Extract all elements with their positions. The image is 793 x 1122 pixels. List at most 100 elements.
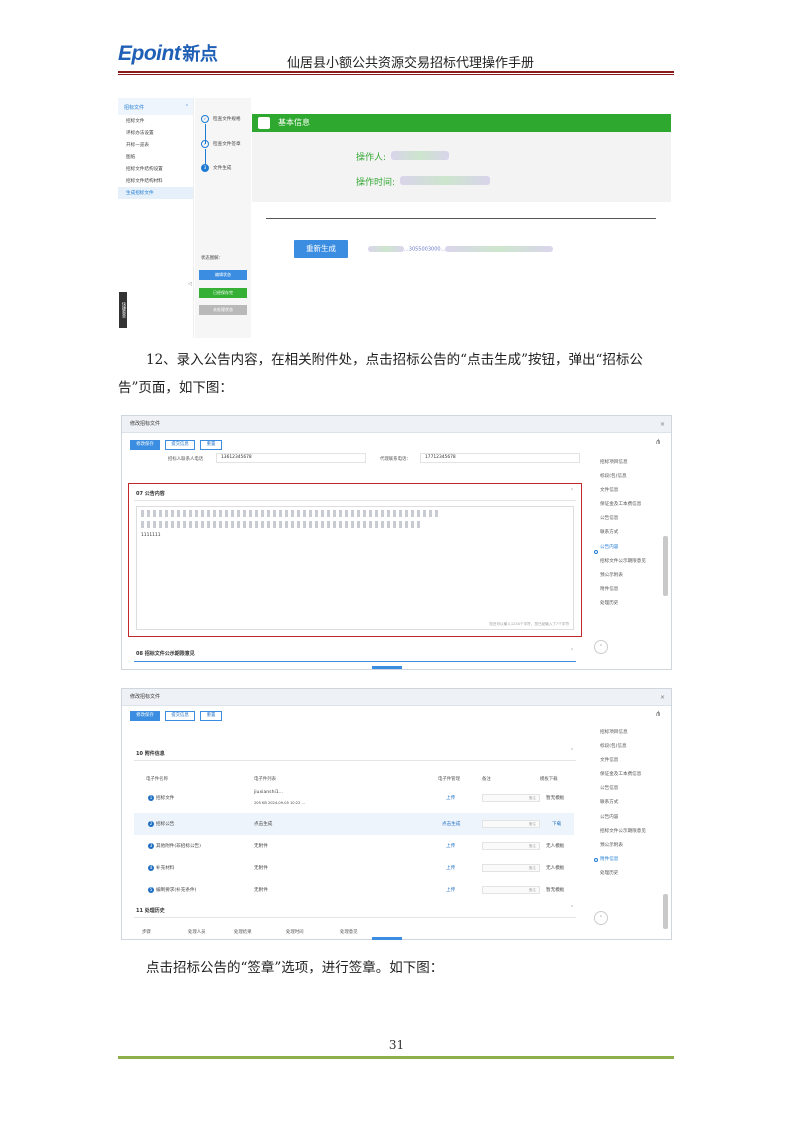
back-to-top-icon[interactable]: ⌃ (594, 640, 608, 654)
generated-file-link[interactable]: ...3055003000... (368, 246, 554, 253)
divider (134, 661, 576, 662)
nav-item[interactable]: 公告内容 (600, 814, 646, 828)
col-header: 处理意见 (340, 930, 358, 935)
sitemap-icon[interactable]: ⋔ (655, 710, 661, 718)
upload-button[interactable]: 上传 (446, 887, 455, 893)
submit-button[interactable]: 提交信息 (165, 711, 195, 721)
upload-button[interactable]: 上传 (446, 865, 455, 871)
redacted-time (400, 176, 491, 185)
chevron-up-icon[interactable]: ⌃ (570, 905, 574, 911)
close-icon[interactable]: × (660, 416, 665, 433)
screenshot-notice-content: 修改招标文件 × 修改保存 提交信息 重置 ⋔ 招标人联系人电话 13612345… (121, 415, 672, 670)
contact-phone-field[interactable]: 13612345678 (216, 453, 366, 463)
chevron-up-icon[interactable]: ⌃ (570, 748, 574, 754)
col-header: 电子件名称 (146, 777, 168, 782)
epoint-logo: Epoint 新点 (118, 42, 218, 65)
table-row: 4 补充材料 无附件 上传 备注 无人模板 (148, 864, 565, 872)
submit-button[interactable]: 提交信息 (165, 440, 195, 450)
remark-input[interactable]: 备注 (482, 886, 540, 894)
section-header: 08 招标文件公示期限意见 (136, 651, 195, 657)
upload-button[interactable]: 上传 (446, 795, 455, 801)
nav-item[interactable]: 标段(包)信息 (600, 743, 646, 757)
back-to-top-icon[interactable]: ⌃ (594, 911, 608, 925)
chevron-up-icon[interactable]: ⌃ (570, 488, 574, 494)
collapse-icon[interactable]: ◁ (188, 281, 192, 287)
nav-item[interactable]: 招标项目信息 (600, 459, 646, 473)
remark-input[interactable]: 备注 (482, 864, 540, 872)
click-generate-button[interactable]: 点击生成 (442, 821, 460, 827)
editor-toolbar[interactable] (141, 521, 421, 528)
sidebar-item-active[interactable]: 生成招标文件 (118, 187, 193, 199)
sitemap-icon[interactable]: ⋔ (655, 438, 661, 446)
rich-text-editor[interactable]: 1111111 您还可以输入1234个字符，您已经输入了7个字符 (136, 506, 574, 630)
nav-item[interactable]: 预公示附表 (600, 572, 646, 586)
sidebar-item[interactable]: 招标文件结构设置 (118, 163, 193, 175)
remark-input[interactable]: 备注 (482, 794, 540, 802)
field-label: 招标人联系人电话 (168, 457, 204, 462)
sidebar-item[interactable]: 招标文件 (118, 115, 193, 127)
editor-char-hint: 您还可以输入1234个字符，您已经输入了7个字符 (489, 622, 569, 626)
nav-item[interactable]: 联系方式 (600, 529, 646, 543)
remark-input[interactable]: 备注 (482, 842, 540, 850)
screenshot-generate-file: 招标文件 ⌃ 招标文件 评标办法设置 开标一览表 图纸 招标文件结构设置 招标文件… (118, 98, 671, 338)
status-unprocessed: 未处理状态 (199, 305, 247, 315)
paragraph-step-12-line2: 告”页面，如下图： (118, 380, 233, 396)
chevron-up-icon[interactable]: ⌃ (570, 648, 574, 654)
remark-input[interactable]: 备注 (482, 820, 540, 828)
nav-item[interactable]: 招标文件公示期限意见 (600, 828, 646, 842)
quick-menu-tab[interactable]: 快捷菜单 (119, 292, 127, 328)
nav-item[interactable]: 文件信息 (600, 487, 646, 501)
editor-toolbar[interactable] (141, 510, 441, 517)
nav-item[interactable]: 招标项目信息 (600, 729, 646, 743)
nav-item[interactable]: 附件信息 (600, 586, 646, 600)
sidebar-item[interactable]: 招标文件结构材料 (118, 175, 193, 187)
upload-button[interactable]: 上传 (446, 843, 455, 849)
nav-item-active[interactable]: 公告内容 (600, 544, 646, 558)
sidebar-item[interactable]: 开标一览表 (118, 139, 193, 151)
agent-phone-field[interactable]: 17712345678 (420, 453, 580, 463)
editor-content[interactable]: 1111111 (141, 533, 161, 538)
check-icon: ✓ (201, 140, 209, 148)
divider (134, 500, 576, 501)
reset-button[interactable]: 重置 (200, 711, 222, 721)
scrollbar[interactable] (663, 894, 668, 929)
check-icon: ✓ (201, 115, 209, 123)
save-button[interactable]: 修改保存 (130, 711, 160, 721)
nav-item[interactable]: 联系方式 (600, 799, 646, 813)
page-header-title: 仙居县小额公共资源交易招标代理操作手册 (287, 56, 535, 71)
nav-item[interactable]: 招标文件公示期限意见 (600, 558, 646, 572)
nav-item[interactable]: 公告信息 (600, 515, 646, 529)
nav-item[interactable]: 预公示附表 (600, 842, 646, 856)
sidebar-item[interactable]: 图纸 (118, 151, 193, 163)
nav-item[interactable]: 处理历史 (600, 600, 646, 614)
close-icon[interactable]: × (660, 689, 665, 706)
right-nav: 招标项目信息 标段(包)信息 文件信息 保证金及工本费信息 公告信息 联系方式 … (600, 459, 646, 614)
nav-active-dot (594, 550, 598, 554)
section-header: 07 公告内容 (136, 491, 165, 497)
download-link[interactable]: 下载 (552, 821, 561, 827)
col-header: 备注 (482, 777, 491, 782)
nav-item[interactable]: 标段(包)信息 (600, 473, 646, 487)
nav-item[interactable]: 公告信息 (600, 785, 646, 799)
regenerate-button[interactable]: 重新生成 (294, 240, 348, 258)
save-button[interactable]: 修改保存 (130, 440, 160, 450)
footer-rule (118, 1056, 674, 1059)
col-header: 步骤 (142, 930, 151, 935)
nav-item[interactable]: 文件信息 (600, 757, 646, 771)
field-label: 代理联系电话： (380, 457, 411, 462)
section-header: 11 处理历史 (136, 908, 165, 914)
header-rule-thin (118, 74, 674, 75)
nav-item-active[interactable]: 附件信息 (600, 856, 646, 870)
nav-item[interactable]: 保证金及工本费信息 (600, 771, 646, 785)
sidebar-group[interactable]: 招标文件 ⌃ (118, 98, 193, 115)
reset-button[interactable]: 重置 (200, 440, 222, 450)
nav-item[interactable]: 处理历史 (600, 870, 646, 884)
col-header: 处理结果 (234, 930, 252, 935)
table-row: 1 招标文件 jiuxianshi1... 205 KB 2024-09-05 … (148, 790, 565, 805)
scrollbar[interactable] (663, 536, 668, 596)
sidebar-item[interactable]: 评标办法设置 (118, 127, 193, 139)
basic-info-box: 操作人: 操作时间: (252, 132, 671, 202)
step-number-icon: 3 (201, 164, 209, 172)
nav-item[interactable]: 保证金及工本费信息 (600, 501, 646, 515)
sidebar: 招标文件 ⌃ 招标文件 评标办法设置 开标一览表 图纸 招标文件结构设置 招标文件… (118, 98, 194, 338)
